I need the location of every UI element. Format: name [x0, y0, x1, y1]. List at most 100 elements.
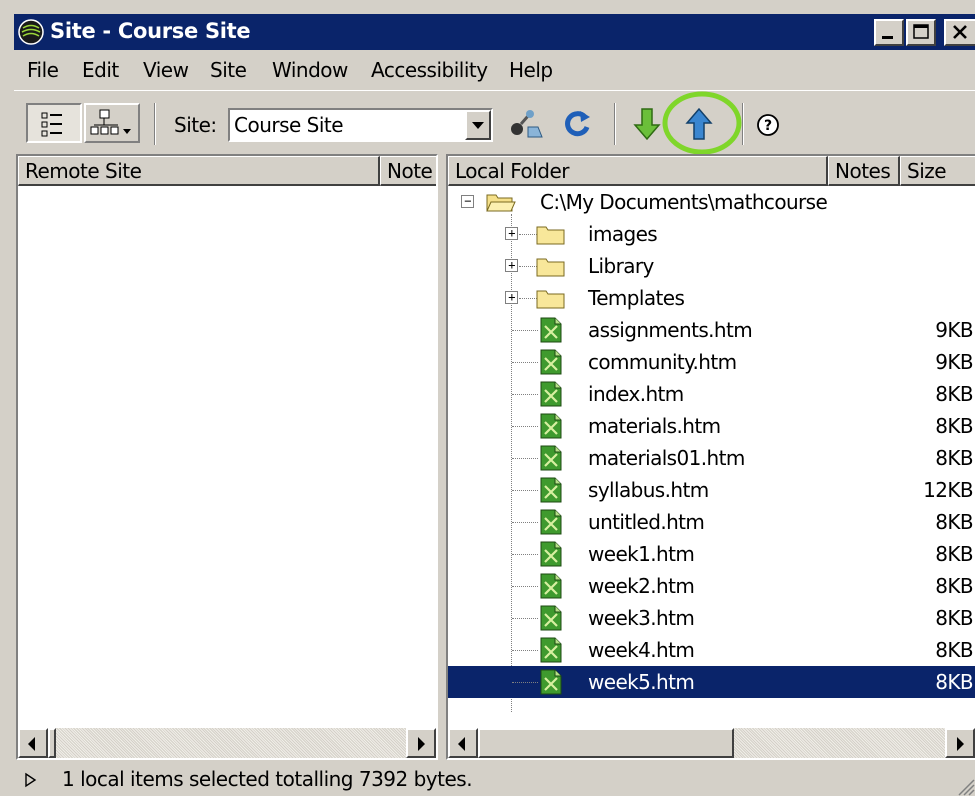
- html-file-icon: [540, 573, 562, 599]
- html-file-icon: [540, 413, 562, 439]
- folder-icon: [536, 226, 565, 245]
- connect-icon[interactable]: [504, 105, 546, 145]
- tree-row-folder[interactable]: + images: [448, 218, 975, 250]
- menu-view[interactable]: View: [143, 58, 189, 82]
- tree-row-file[interactable]: assignments.htm 9KB: [448, 314, 975, 346]
- tree-guide-line: [512, 650, 538, 651]
- help-icon[interactable]: ?: [756, 113, 780, 137]
- file-size: 12KB: [923, 478, 973, 502]
- site-label: Site:: [174, 113, 217, 137]
- scroll-left-button[interactable]: [448, 728, 478, 758]
- tree-row-file[interactable]: week4.htm 8KB: [448, 634, 975, 666]
- maximize-button[interactable]: [906, 19, 936, 46]
- expand-icon[interactable]: +: [505, 227, 518, 240]
- folder-icon: [536, 258, 565, 277]
- tree-guide-line: [512, 426, 538, 427]
- scroll-thumb[interactable]: [48, 728, 56, 758]
- local-folder-header[interactable]: Local Folder: [448, 156, 828, 186]
- local-notes-header[interactable]: Notes: [828, 156, 900, 186]
- tree-guide-line: [512, 682, 538, 683]
- file-name: untitled.htm: [588, 510, 705, 534]
- tree-row-file[interactable]: week3.htm 8KB: [448, 602, 975, 634]
- file-name: materials.htm: [588, 414, 721, 438]
- file-size: 8KB: [935, 382, 973, 406]
- menu-window[interactable]: Window: [272, 58, 348, 82]
- highlight-ring: [662, 91, 742, 155]
- site-map-view-icon: [90, 109, 131, 135]
- menu-site[interactable]: Site: [210, 58, 247, 82]
- tree-guide-line: [512, 330, 538, 331]
- close-button[interactable]: [944, 19, 975, 46]
- tree-guide-line: [512, 458, 538, 459]
- tree-row-folder[interactable]: + Library: [448, 250, 975, 282]
- dropdown-arrow-button[interactable]: [465, 110, 491, 140]
- file-size: 8KB: [935, 606, 973, 630]
- refresh-icon[interactable]: [560, 107, 594, 141]
- tree-row-file[interactable]: materials.htm 8KB: [448, 410, 975, 442]
- root-path: C:\My Documents\mathcourse: [540, 190, 828, 214]
- tree-row-file[interactable]: materials01.htm 8KB: [448, 442, 975, 474]
- file-size: 9KB: [935, 350, 973, 374]
- maximize-icon: [913, 24, 929, 39]
- remote-site-panel[interactable]: Remote Site Note: [16, 154, 438, 760]
- expand-arrow-icon[interactable]: [24, 772, 38, 788]
- menu-help[interactable]: Help: [509, 58, 553, 82]
- expand-icon[interactable]: +: [505, 291, 518, 304]
- file-name: week5.htm: [588, 670, 695, 694]
- site-files-view-icon: [41, 112, 62, 137]
- html-file-icon: [540, 605, 562, 631]
- close-icon: [953, 25, 967, 39]
- status-bar: 1 local items selected totalling 7392 by…: [14, 762, 975, 796]
- html-file-icon: [540, 349, 562, 375]
- site-dropdown[interactable]: Course Site: [228, 108, 493, 142]
- tree-row-file[interactable]: untitled.htm 8KB: [448, 506, 975, 538]
- tree-row-file[interactable]: syllabus.htm 12KB: [448, 474, 975, 506]
- toolbar-separator: [742, 103, 744, 145]
- scroll-left-button[interactable]: [18, 728, 48, 758]
- remote-note-header[interactable]: Note: [380, 156, 436, 186]
- window-title: Site - Course Site: [50, 19, 251, 43]
- site-files-view-button[interactable]: [26, 103, 82, 143]
- site-map-view-button[interactable]: [84, 103, 140, 143]
- chevron-down-icon: [472, 122, 484, 129]
- tree-guide-line: [512, 618, 538, 619]
- menu-file[interactable]: File: [27, 58, 59, 82]
- status-text: 1 local items selected totalling 7392 by…: [62, 767, 473, 791]
- tree-guide-line: [512, 586, 538, 587]
- file-size: 8KB: [935, 670, 973, 694]
- local-size-header[interactable]: Size: [900, 156, 975, 186]
- scroll-right-button[interactable]: [945, 728, 975, 758]
- remote-horizontal-scrollbar[interactable]: [18, 728, 436, 758]
- expand-icon[interactable]: +: [505, 259, 518, 272]
- toolbar-separator: [154, 103, 156, 145]
- dreamweaver-app-icon[interactable]: [18, 19, 44, 45]
- file-size: 9KB: [935, 318, 973, 342]
- collapse-icon[interactable]: −: [461, 195, 474, 208]
- tree-row-folder[interactable]: + Templates: [448, 282, 975, 314]
- arrow-left-icon: [458, 737, 465, 751]
- tree-row-file[interactable]: community.htm 9KB: [448, 346, 975, 378]
- arrow-right-icon: [418, 737, 425, 751]
- scroll-right-button[interactable]: [406, 728, 436, 758]
- file-size: 8KB: [935, 446, 973, 470]
- menu-accessibility[interactable]: Accessibility: [371, 58, 488, 82]
- local-horizontal-scrollbar[interactable]: [448, 728, 975, 758]
- tree-row-file[interactable]: week2.htm 8KB: [448, 570, 975, 602]
- html-file-icon: [540, 541, 562, 567]
- open-folder-icon: [486, 194, 516, 212]
- remote-site-header[interactable]: Remote Site: [18, 156, 380, 186]
- tree-row-file[interactable]: week5.htm 8KB: [448, 666, 975, 698]
- tree-row-root[interactable]: − C:\My Documents\mathcourse: [448, 186, 975, 218]
- scroll-thumb[interactable]: [478, 728, 734, 758]
- file-name: week3.htm: [588, 606, 695, 630]
- tree-row-file[interactable]: week1.htm 8KB: [448, 538, 975, 570]
- title-bar: Site - Course Site: [14, 14, 975, 50]
- tree-row-file[interactable]: index.htm 8KB: [448, 378, 975, 410]
- resize-grip-icon[interactable]: [955, 776, 975, 796]
- minimize-button[interactable]: [874, 19, 904, 46]
- local-folder-panel[interactable]: Local Folder Notes Size − C:\My Document…: [446, 154, 975, 760]
- file-name: syllabus.htm: [588, 478, 709, 502]
- menu-edit[interactable]: Edit: [82, 58, 119, 82]
- get-files-icon[interactable]: [632, 105, 662, 143]
- file-size: 8KB: [935, 414, 973, 438]
